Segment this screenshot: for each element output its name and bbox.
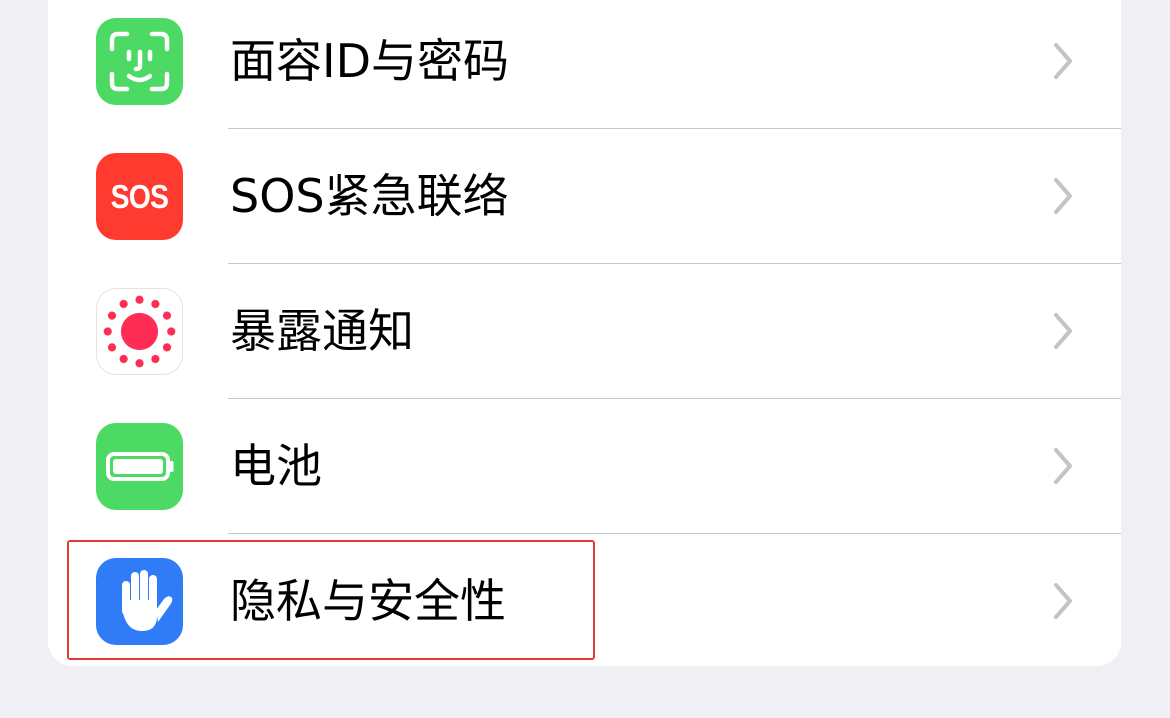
settings-row-face-id[interactable]: 面容ID与密码 [48, 0, 1121, 128]
exposure-notification-icon [96, 288, 183, 375]
battery-icon [96, 423, 183, 510]
sos-icon: SOS [96, 153, 183, 240]
settings-row-battery[interactable]: 电池 [48, 399, 1121, 533]
highlight-box [67, 540, 595, 660]
chevron-right-icon [1054, 313, 1072, 349]
settings-row-label: SOS紧急联络 [230, 169, 509, 223]
chevron-right-icon [1054, 178, 1072, 214]
chevron-right-icon [1054, 448, 1072, 484]
sos-icon-text: SOS [110, 177, 169, 215]
chevron-right-icon [1054, 43, 1072, 79]
settings-row-exposure-notifications[interactable]: 暴露通知 [48, 264, 1121, 398]
settings-row-label: 电池 [230, 439, 322, 493]
settings-row-label: 面容ID与密码 [230, 34, 509, 88]
settings-row-label: 暴露通知 [230, 304, 414, 358]
settings-row-sos[interactable]: SOS SOS紧急联络 [48, 129, 1121, 263]
face-id-icon [96, 18, 183, 105]
chevron-right-icon [1054, 583, 1072, 619]
